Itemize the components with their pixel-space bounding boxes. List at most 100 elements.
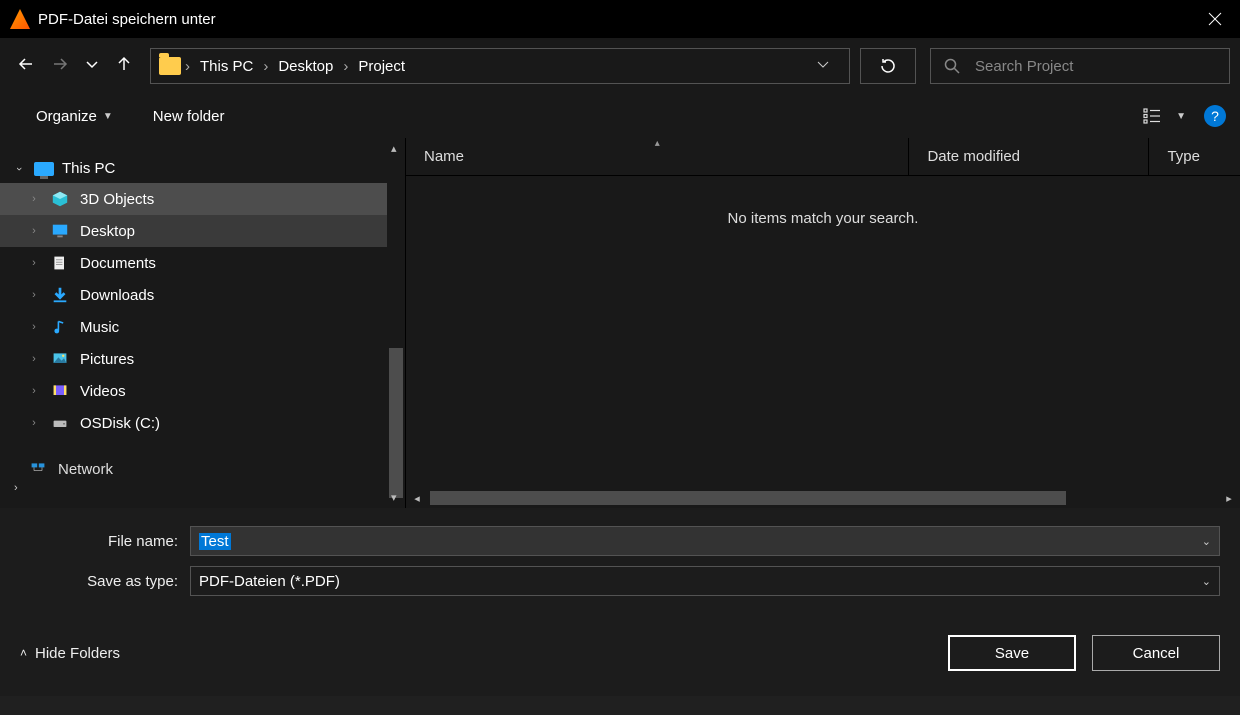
help-button[interactable]: ? bbox=[1204, 105, 1226, 127]
view-options-button[interactable]: ▼ bbox=[1142, 106, 1186, 126]
chevron-down-icon[interactable]: ⌄ bbox=[1202, 575, 1211, 588]
column-headers: ▴ Name Date modified Type bbox=[406, 138, 1240, 176]
column-header-name[interactable]: ▴ Name bbox=[406, 138, 908, 175]
tree-root-this-pc[interactable]: › This PC bbox=[0, 154, 405, 183]
breadcrumb-segment[interactable]: Project bbox=[348, 58, 415, 75]
tree-item-osdisk[interactable]: › OSDisk (C:) bbox=[0, 407, 405, 439]
breadcrumb-root[interactable]: This PC bbox=[190, 58, 263, 75]
chevron-right-icon: › bbox=[28, 353, 40, 365]
column-header-type[interactable]: Type bbox=[1148, 138, 1240, 175]
column-header-label: Date modified bbox=[927, 148, 1020, 165]
chevron-right-icon: › bbox=[28, 385, 40, 397]
column-header-label: Type bbox=[1167, 148, 1200, 165]
downloads-icon bbox=[50, 286, 70, 304]
this-pc-icon bbox=[34, 162, 54, 176]
chevron-down-icon[interactable]: ⌄ bbox=[1202, 535, 1211, 548]
3d-objects-icon bbox=[50, 190, 70, 208]
filetype-select[interactable]: PDF-Dateien (*.PDF) ⌄ bbox=[190, 566, 1220, 596]
save-form: File name: Test ⌄ Save as type: PDF-Date… bbox=[0, 508, 1240, 610]
caret-down-icon: ▼ bbox=[1176, 111, 1186, 122]
help-icon: ? bbox=[1211, 108, 1219, 124]
network-icon bbox=[28, 460, 48, 478]
address-bar[interactable]: › This PC › Desktop › Project bbox=[150, 48, 850, 84]
filename-field[interactable]: Test ⌄ bbox=[190, 526, 1220, 556]
tree-item-network[interactable]: Network bbox=[0, 453, 405, 485]
folder-tree: › This PC › 3D Objects › Desktop › Docum… bbox=[0, 138, 405, 508]
search-box[interactable] bbox=[930, 48, 1230, 84]
recent-locations-button[interactable] bbox=[84, 56, 100, 76]
back-button[interactable] bbox=[16, 54, 36, 78]
refresh-button[interactable] bbox=[860, 48, 916, 84]
tree-item-music[interactable]: › Music bbox=[0, 311, 405, 343]
title-bar: PDF-Datei speichern unter bbox=[0, 0, 1240, 38]
column-header-date[interactable]: Date modified bbox=[908, 138, 1148, 175]
filetype-row: Save as type: PDF-Dateien (*.PDF) ⌄ bbox=[20, 566, 1220, 596]
close-icon bbox=[1207, 11, 1223, 27]
organize-button[interactable]: Organize ▼ bbox=[28, 102, 121, 131]
chevron-right-icon: › bbox=[28, 225, 40, 237]
tree-item-label: Pictures bbox=[80, 351, 134, 368]
new-folder-button[interactable]: New folder bbox=[145, 102, 233, 131]
desktop-icon bbox=[50, 222, 70, 240]
breadcrumb-segment[interactable]: Desktop bbox=[268, 58, 343, 75]
tree-item-desktop[interactable]: › Desktop bbox=[0, 215, 405, 247]
app-icon bbox=[10, 9, 30, 29]
tree-item-label: Music bbox=[80, 319, 119, 336]
scroll-thumb[interactable] bbox=[389, 348, 403, 498]
search-input[interactable] bbox=[975, 58, 1217, 75]
tree-item-label: 3D Objects bbox=[80, 191, 154, 208]
tree-item-label: Network bbox=[58, 461, 113, 478]
organize-label: Organize bbox=[36, 108, 97, 125]
toolbar: Organize ▼ New folder ▼ ? bbox=[0, 94, 1240, 138]
chevron-right-icon: › bbox=[28, 321, 40, 333]
column-header-label: Name bbox=[424, 148, 464, 165]
forward-button[interactable] bbox=[50, 54, 70, 78]
horizontal-scrollbar[interactable]: ◂ ▸ bbox=[406, 488, 1240, 508]
close-button[interactable] bbox=[1190, 0, 1240, 38]
tree-item-label: Documents bbox=[80, 255, 156, 272]
address-dropdown[interactable] bbox=[797, 56, 849, 76]
pictures-icon bbox=[50, 350, 70, 368]
footer: ˄ Hide Folders Save Cancel bbox=[0, 610, 1240, 696]
tree-item-videos[interactable]: › Videos bbox=[0, 375, 405, 407]
scroll-thumb[interactable] bbox=[430, 491, 1066, 505]
filename-label: File name: bbox=[20, 533, 190, 550]
chevron-up-icon: ˄ bbox=[20, 646, 27, 660]
documents-icon bbox=[50, 254, 70, 272]
tree-item-3d-objects[interactable]: › 3D Objects bbox=[0, 183, 405, 215]
arrow-right-icon bbox=[50, 54, 70, 74]
drive-icon bbox=[50, 414, 70, 432]
scroll-up-icon: ▴ bbox=[391, 142, 397, 155]
up-button[interactable] bbox=[114, 54, 134, 78]
refresh-icon bbox=[879, 57, 897, 75]
nav-arrows bbox=[10, 54, 140, 78]
videos-icon bbox=[50, 382, 70, 400]
details-view-icon bbox=[1142, 106, 1162, 126]
main-area: › This PC › 3D Objects › Desktop › Docum… bbox=[0, 138, 1240, 508]
window-title: PDF-Datei speichern unter bbox=[38, 11, 216, 28]
chevron-right-icon: › bbox=[28, 257, 40, 269]
chevron-down-icon bbox=[84, 56, 100, 72]
tree-item-label: Downloads bbox=[80, 287, 154, 304]
empty-message: No items match your search. bbox=[406, 176, 1240, 227]
new-folder-label: New folder bbox=[153, 108, 225, 125]
chevron-right-icon: › bbox=[28, 417, 40, 429]
search-icon bbox=[943, 57, 961, 75]
filename-input[interactable]: Test bbox=[199, 533, 231, 550]
chevron-right-icon: › bbox=[28, 193, 40, 205]
chevron-right-icon: › bbox=[28, 289, 40, 301]
tree-item-documents[interactable]: › Documents bbox=[0, 247, 405, 279]
tree-item-label: Desktop bbox=[80, 223, 135, 240]
hide-folders-button[interactable]: ˄ Hide Folders bbox=[20, 645, 120, 662]
tree-item-label: OSDisk (C:) bbox=[80, 415, 160, 432]
chevron-right-icon: › bbox=[14, 482, 18, 494]
scroll-left-icon: ◂ bbox=[406, 492, 428, 505]
expand-icon: › bbox=[13, 162, 25, 176]
tree-item-pictures[interactable]: › Pictures bbox=[0, 343, 405, 375]
hide-folders-label: Hide Folders bbox=[35, 645, 120, 662]
scroll-down-icon: ▾ bbox=[391, 491, 397, 504]
save-button[interactable]: Save bbox=[948, 635, 1076, 671]
cancel-button[interactable]: Cancel bbox=[1092, 635, 1220, 671]
tree-item-downloads[interactable]: › Downloads bbox=[0, 279, 405, 311]
tree-scrollbar[interactable]: ▴ ▾ bbox=[387, 138, 405, 508]
